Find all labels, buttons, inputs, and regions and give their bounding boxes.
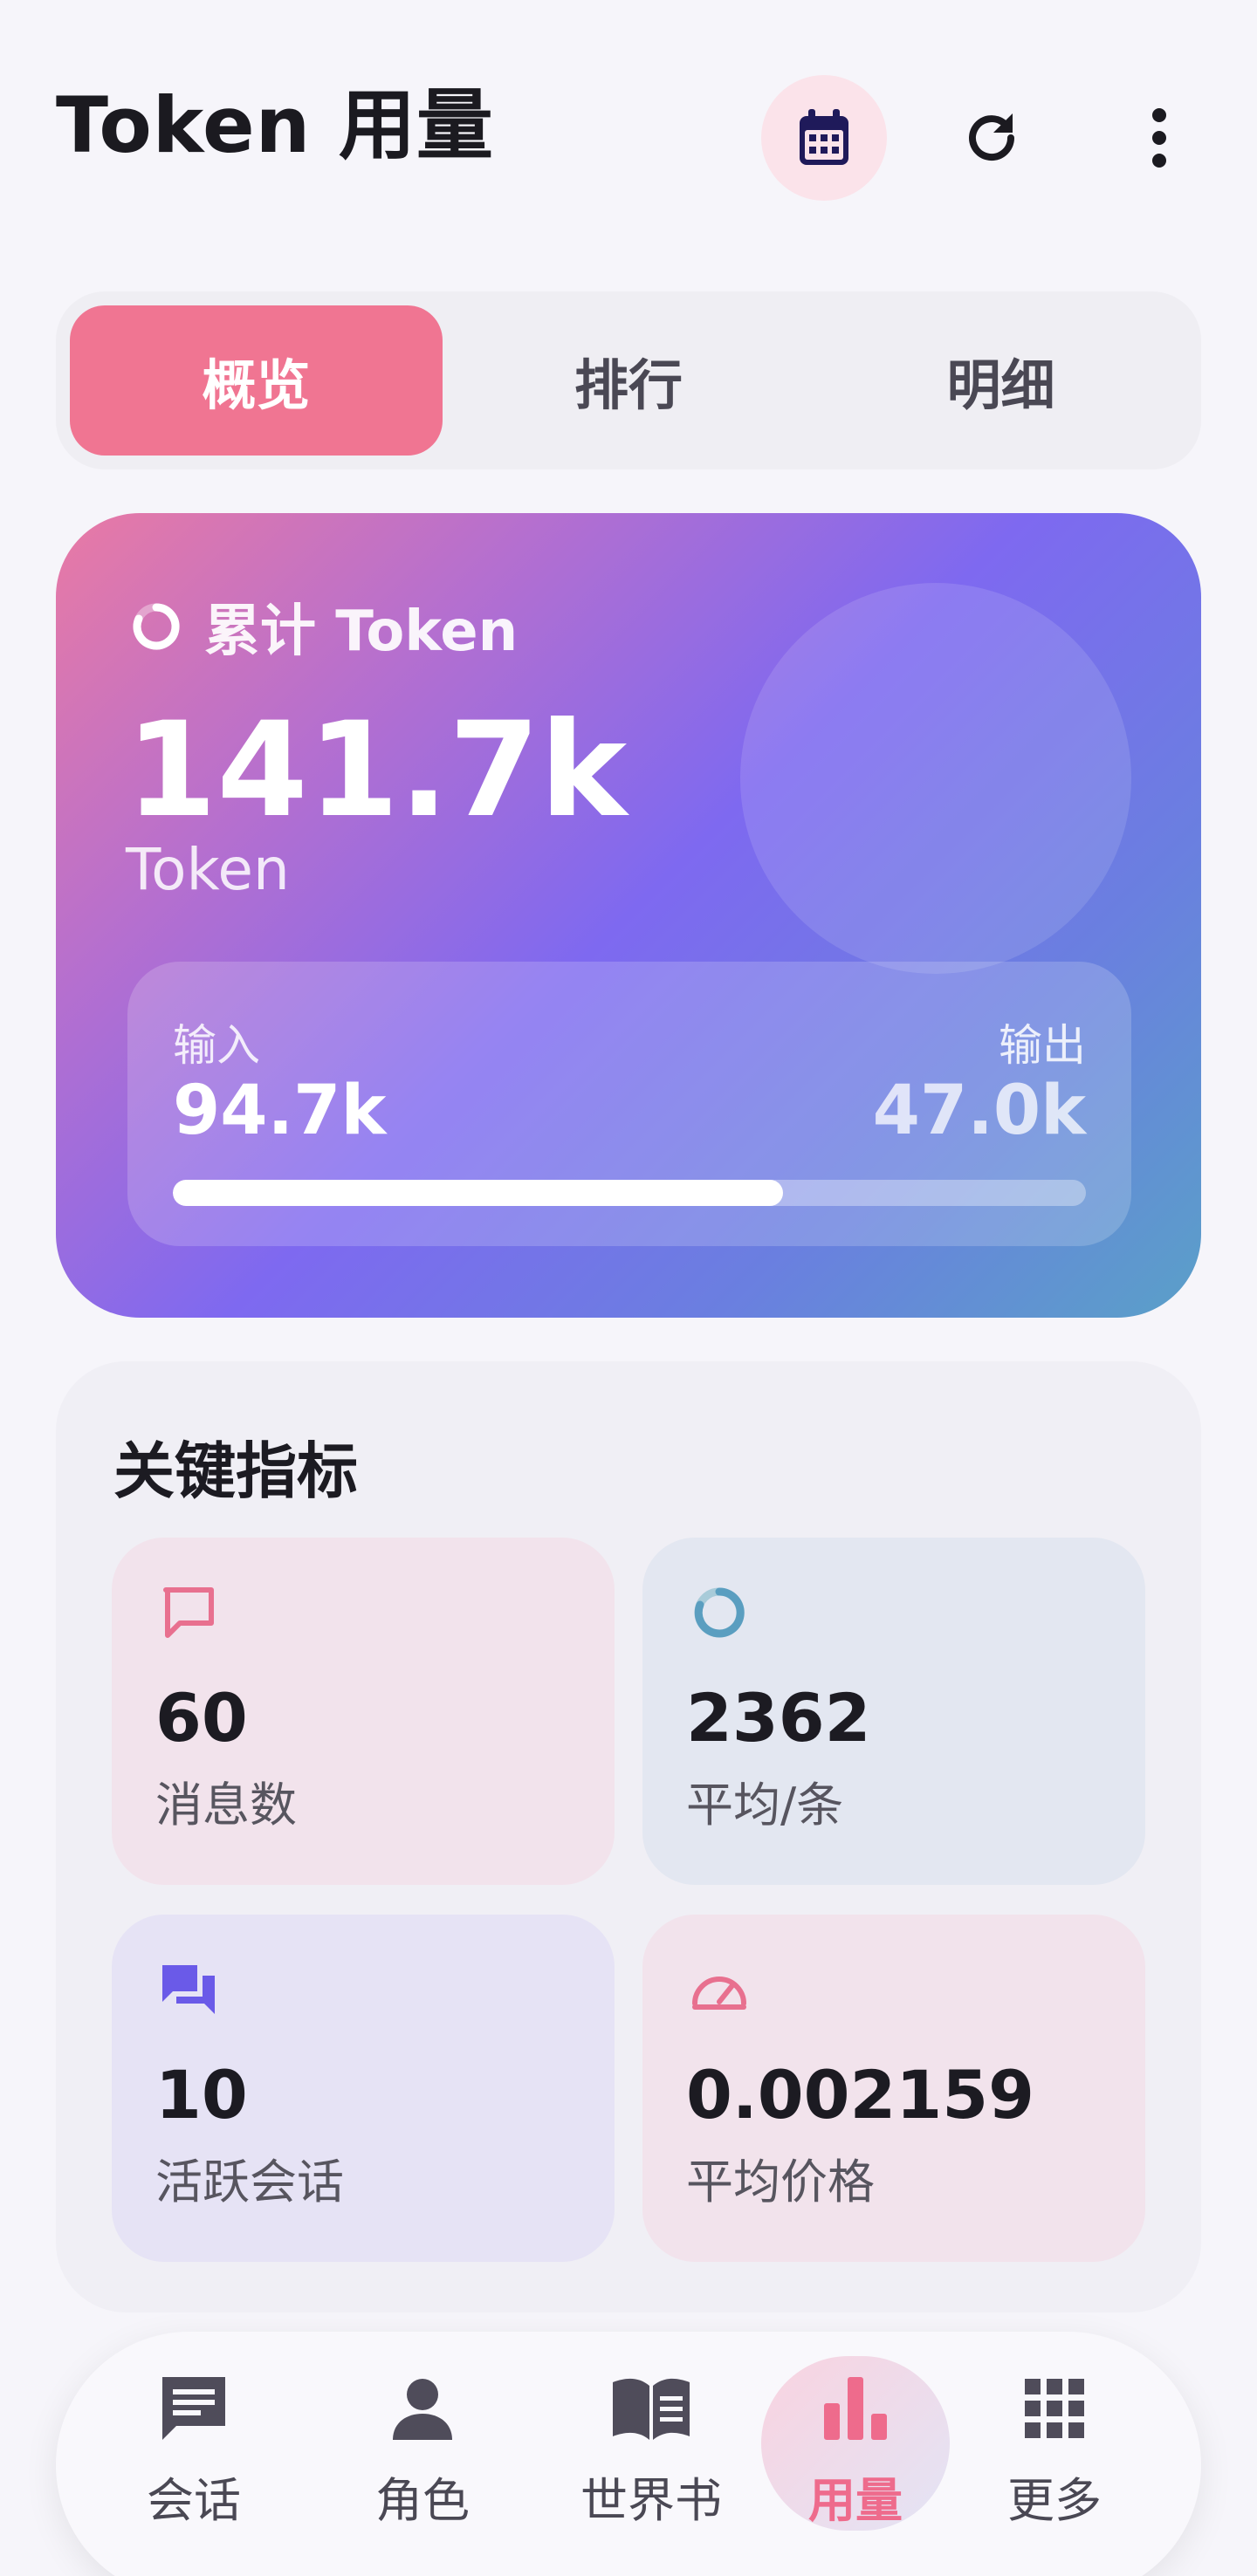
metrics-title: 关键指标 bbox=[113, 1435, 358, 1507]
metric-active-sessions: 10 活跃会话 bbox=[112, 1915, 615, 2262]
page-title: Token 用量 bbox=[56, 80, 494, 170]
input-label: 输入 bbox=[173, 1020, 260, 1071]
metric-label: 消息数 bbox=[155, 1778, 297, 1833]
speed-gauge-icon bbox=[692, 1977, 746, 2010]
metric-value: 2362 bbox=[686, 1679, 871, 1757]
nav-item-chats[interactable]: 会话 bbox=[100, 2356, 288, 2531]
chat-icon bbox=[162, 2376, 225, 2440]
calendar-button[interactable] bbox=[761, 75, 887, 201]
nav-label: 角色 bbox=[375, 2473, 470, 2528]
grid-icon bbox=[1025, 2378, 1084, 2438]
metric-label: 平均/条 bbox=[686, 1778, 844, 1833]
ring-icon bbox=[133, 603, 180, 650]
nav-label: 世界书 bbox=[580, 2473, 722, 2528]
bar-chart-icon bbox=[824, 2376, 887, 2440]
app-header: Token 用量 bbox=[0, 0, 1257, 279]
nav-label: 用量 bbox=[808, 2473, 903, 2528]
decorative-circle bbox=[740, 583, 1131, 974]
metric-label: 活跃会话 bbox=[155, 2155, 344, 2209]
key-metrics-card: 关键指标 60 消息数 2362 平均/条 10 活跃会话 0.002159 平… bbox=[56, 1361, 1201, 2312]
nav-item-characters[interactable]: 角色 bbox=[328, 2356, 517, 2531]
nav-label: 会话 bbox=[147, 2473, 241, 2528]
nav-item-more[interactable]: 更多 bbox=[960, 2356, 1149, 2531]
ring-icon bbox=[694, 1587, 745, 1638]
more-options-button[interactable] bbox=[1096, 75, 1222, 201]
nav-label: 更多 bbox=[1007, 2473, 1102, 2528]
chat-bubble-icon bbox=[163, 1587, 214, 1638]
more-vert-icon bbox=[1152, 108, 1166, 168]
metric-value: 10 bbox=[155, 2056, 248, 2134]
token-summary-card: 累计 Token 141.7k Token 输入 94.7k 输出 47.0k bbox=[56, 513, 1201, 1318]
nav-item-usage[interactable]: 用量 bbox=[761, 2356, 950, 2531]
tab-details[interactable]: 明细 bbox=[814, 305, 1187, 456]
nav-item-worldbook[interactable]: 世界书 bbox=[557, 2356, 745, 2531]
metric-average-per-message: 2362 平均/条 bbox=[642, 1538, 1145, 1885]
input-value: 94.7k bbox=[173, 1072, 387, 1150]
metric-message-count: 60 消息数 bbox=[112, 1538, 615, 1885]
total-token-unit: Token bbox=[126, 836, 290, 903]
tab-overview[interactable]: 概览 bbox=[70, 305, 443, 456]
summary-label-row: 累计 Token bbox=[129, 586, 518, 667]
output-label: 输出 bbox=[999, 1020, 1086, 1071]
bottom-navigation: 会话 角色 世界书 用量 更多 bbox=[56, 2332, 1201, 2576]
metric-label: 平均价格 bbox=[686, 2155, 875, 2209]
person-icon bbox=[393, 2378, 452, 2440]
input-share-bar bbox=[173, 1180, 1086, 1206]
refresh-icon bbox=[969, 113, 1015, 161]
input-share-fill bbox=[173, 1180, 783, 1206]
metric-value: 0.002159 bbox=[686, 2056, 1035, 2134]
book-icon bbox=[613, 2378, 690, 2440]
forum-icon bbox=[162, 1965, 215, 2014]
metric-value: 60 bbox=[155, 1679, 248, 1757]
calendar-icon bbox=[800, 109, 848, 165]
metric-average-price: 0.002159 平均价格 bbox=[642, 1915, 1145, 2262]
input-output-box: 输入 94.7k 输出 47.0k bbox=[127, 962, 1131, 1246]
output-value: 47.0k bbox=[872, 1072, 1086, 1150]
refresh-button[interactable] bbox=[929, 75, 1054, 201]
tab-ranking[interactable]: 排行 bbox=[443, 305, 815, 456]
summary-label: 累计 Token bbox=[204, 599, 519, 664]
view-tabs: 概览 排行 明细 bbox=[56, 291, 1201, 469]
total-token-value: 141.7k bbox=[126, 695, 628, 846]
